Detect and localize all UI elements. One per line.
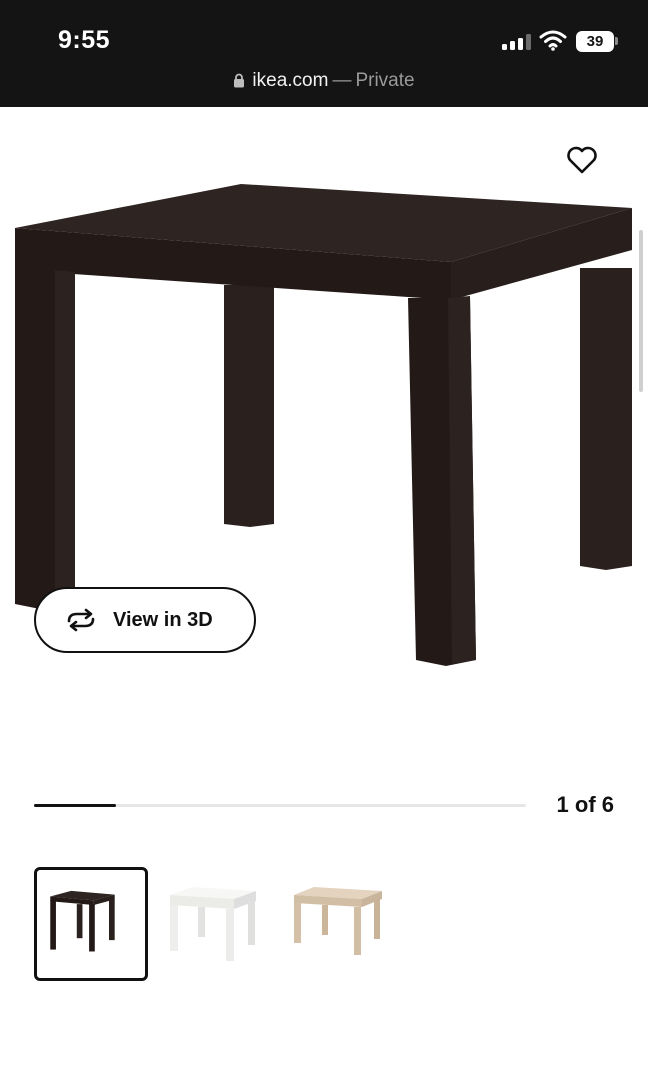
table-leg-front-left-side [55, 270, 75, 606]
thumbnail-black-brown[interactable] [34, 867, 148, 981]
view-in-3d-button[interactable]: View in 3D [34, 587, 256, 653]
table-leg-back-left [224, 285, 274, 527]
url-domain: ikea.com [252, 70, 329, 91]
url-private-label: Private [355, 70, 415, 91]
gallery-progress-track [34, 804, 526, 807]
rotate-arrows-icon [67, 608, 95, 632]
battery-icon: 39 [576, 31, 614, 52]
scroll-indicator[interactable] [639, 230, 643, 392]
battery-tip [615, 37, 618, 45]
thumbnail-white[interactable] [162, 867, 276, 981]
cellular-signal-icon [502, 34, 532, 50]
gallery-page-indicator: 1 of 6 [556, 792, 614, 817]
view-in-3d-label: View in 3D [113, 608, 213, 631]
thumbnail-white-stained-oak[interactable] [290, 867, 404, 981]
thumbnail-table-image [294, 887, 382, 955]
address-bar[interactable]: ikea.com — Private [0, 70, 648, 92]
heart-outline-icon [567, 146, 597, 174]
status-bar: 9:55 39 ikea.com — Private [0, 0, 648, 107]
thumbnail-table-image [50, 890, 115, 952]
status-time: 9:55 [58, 26, 111, 54]
favorite-button[interactable] [562, 140, 602, 180]
thumbnail-table-image [170, 887, 256, 961]
wifi-icon [539, 30, 567, 51]
gallery-progress-fill [34, 804, 116, 807]
table-leg-front-right-side [448, 296, 476, 664]
url-separator: — [332, 70, 352, 91]
lock-icon [234, 73, 245, 88]
table-leg-back-right [580, 268, 632, 570]
